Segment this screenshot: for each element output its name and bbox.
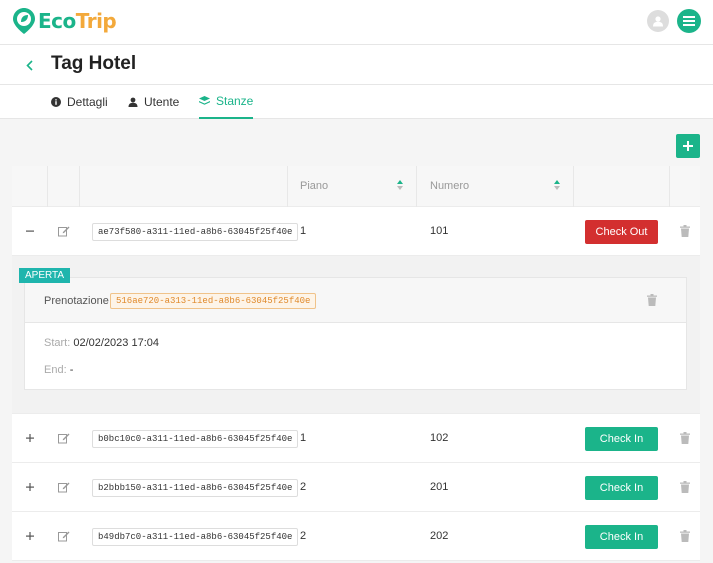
ecotrip-logo[interactable]: EcoTrip (12, 7, 117, 35)
menu-button[interactable] (677, 9, 701, 33)
page-title: Tag Hotel (51, 53, 137, 74)
booking-label: Prenotazione (44, 295, 109, 307)
status-badge: APERTA (19, 268, 71, 283)
check-in-button[interactable]: Check In (585, 476, 658, 500)
logo-trip: Trip (75, 9, 117, 33)
info-icon (51, 97, 61, 107)
plus-icon[interactable] (25, 433, 35, 443)
table-header: Piano Numero (12, 166, 700, 207)
start-row: Start: 02/02/2023 17:04 (44, 337, 159, 349)
chevron-left-icon (25, 59, 33, 71)
plus-icon[interactable] (25, 482, 35, 492)
column-header-piano[interactable]: Piano (300, 180, 328, 192)
column-divider (287, 166, 288, 207)
app-header: EcoTrip (0, 0, 713, 45)
rooms-table: Piano Numero ae73f580-a311-11ed-a8b6-630… (12, 166, 700, 561)
column-divider (416, 166, 417, 207)
room-id: ae73f580-a311-11ed-a8b6-63045f25f40e (92, 223, 299, 241)
table-row: b49db7c0-a311-11ed-a8b6-63045f25f40e 2 2… (12, 512, 700, 561)
logo-eco: Eco (38, 9, 76, 33)
column-divider (573, 166, 574, 207)
add-room-button[interactable] (676, 134, 700, 158)
piano-value: 2 (300, 481, 307, 493)
numero-value: 202 (430, 530, 449, 542)
check-in-button[interactable]: Check In (585, 427, 658, 451)
end-row: End: - (44, 364, 73, 376)
end-value: - (69, 364, 74, 376)
tab-bar: Dettagli Utente Stanze (0, 85, 713, 119)
edit-icon[interactable] (58, 225, 70, 237)
back-button[interactable] (22, 57, 36, 73)
piano-value: 1 (300, 225, 307, 237)
table-row: b2bbb150-a311-11ed-a8b6-63045f25f40e 2 2… (12, 463, 700, 512)
numero-value: 102 (430, 432, 449, 444)
check-in-button[interactable]: Check In (585, 525, 658, 549)
trash-icon[interactable] (680, 530, 690, 542)
room-id: b0bc10c0-a311-11ed-a8b6-63045f25f40e (92, 430, 299, 448)
hamburger-icon (683, 16, 695, 26)
column-divider (47, 166, 48, 207)
room-id: b49db7c0-a311-11ed-a8b6-63045f25f40e (92, 528, 299, 546)
check-out-button[interactable]: Check Out (585, 220, 658, 244)
plus-icon (683, 141, 693, 151)
table-row: b0bc10c0-a311-11ed-a8b6-63045f25f40e 1 1… (12, 414, 700, 463)
user-avatar-button[interactable] (647, 10, 669, 32)
tab-utente[interactable]: Utente (128, 85, 179, 119)
tab-label: Stanze (216, 94, 254, 108)
tab-stanze[interactable]: Stanze (199, 85, 254, 119)
booking-card: Prenotazione 516ae720-a313-11ed-a8b6-630… (24, 277, 687, 390)
trash-icon[interactable] (680, 225, 690, 237)
column-divider (669, 166, 670, 207)
sort-icon[interactable] (554, 180, 560, 190)
trash-icon[interactable] (647, 294, 657, 306)
plus-icon[interactable] (25, 531, 35, 541)
minus-icon[interactable] (25, 226, 35, 236)
logo-text: EcoTrip (38, 9, 117, 33)
edit-icon[interactable] (58, 481, 70, 493)
tab-dettagli[interactable]: Dettagli (51, 85, 108, 119)
location-pin-icon (13, 8, 35, 34)
trash-icon[interactable] (680, 432, 690, 444)
room-id: b2bbb150-a311-11ed-a8b6-63045f25f40e (92, 479, 299, 497)
start-value: 02/02/2023 17:04 (73, 337, 159, 349)
piano-value: 1 (300, 432, 307, 444)
numero-value: 101 (430, 225, 449, 237)
booking-card-header: Prenotazione 516ae720-a313-11ed-a8b6-630… (25, 278, 686, 323)
booking-id: 516ae720-a313-11ed-a8b6-63045f25f40e (110, 293, 317, 309)
tab-label: Utente (144, 95, 180, 109)
tab-label: Dettagli (67, 95, 108, 109)
trash-icon[interactable] (680, 481, 690, 493)
user-icon (653, 16, 663, 27)
piano-value: 2 (300, 530, 307, 542)
user-icon (128, 97, 138, 107)
column-divider (79, 166, 80, 207)
table-row: ae73f580-a311-11ed-a8b6-63045f25f40e 1 1… (12, 207, 700, 256)
sort-icon[interactable] (397, 180, 403, 190)
column-header-numero[interactable]: Numero (430, 180, 469, 192)
edit-icon[interactable] (58, 530, 70, 542)
title-bar: Tag Hotel (0, 45, 713, 85)
end-label: End: (44, 364, 67, 376)
start-label: Start: (44, 337, 71, 349)
numero-value: 201 (430, 481, 449, 493)
edit-icon[interactable] (58, 432, 70, 444)
booking-details-panel: APERTA Prenotazione 516ae720-a313-11ed-a… (12, 256, 700, 414)
layers-icon (199, 96, 210, 105)
